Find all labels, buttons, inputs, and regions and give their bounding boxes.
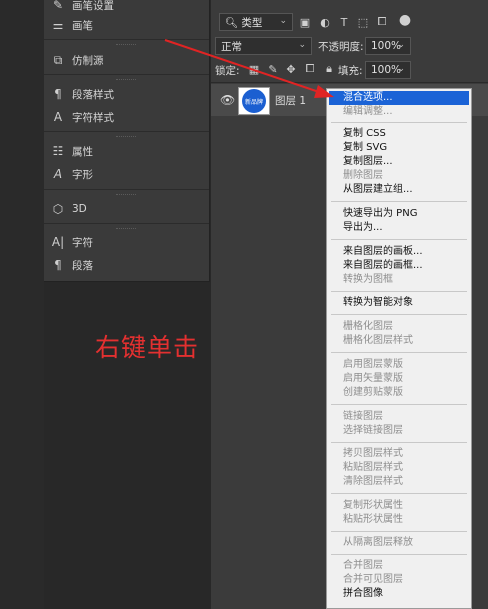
annotation-arrow [164,39,334,98]
annotation-text: 右键单击 [95,333,200,362]
